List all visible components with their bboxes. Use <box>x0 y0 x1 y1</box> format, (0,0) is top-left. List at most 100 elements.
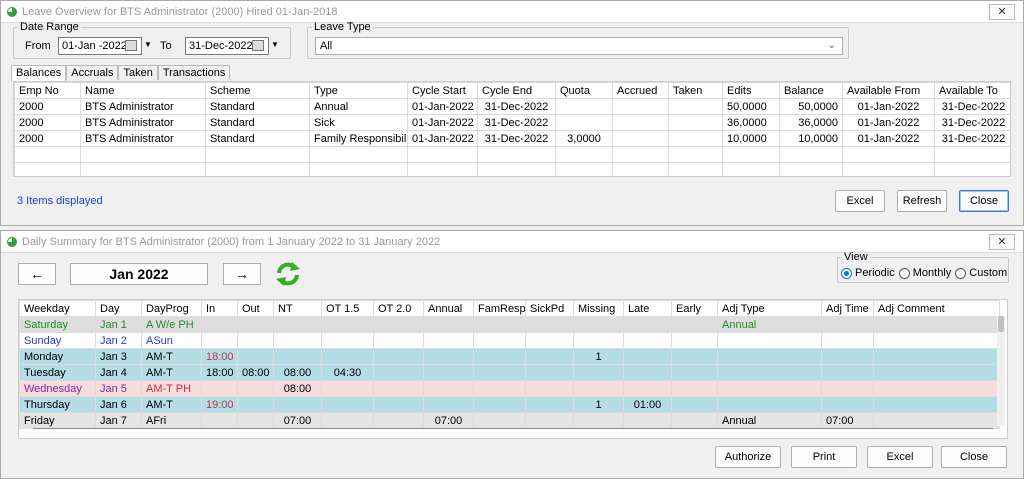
scrollbar-thumb[interactable] <box>998 316 1004 332</box>
date-range-legend: Date Range <box>20 21 79 33</box>
table-cell <box>623 316 672 333</box>
table-cell: 18:00 <box>201 364 238 381</box>
vertical-scrollbar[interactable] <box>997 316 1005 426</box>
radio-button-selected[interactable] <box>841 267 852 279</box>
table-cell <box>555 98 613 115</box>
table-cell: Annual <box>717 316 822 333</box>
table-cell: 04:30 <box>321 364 374 381</box>
radio-monthly[interactable]: Monthly <box>898 267 952 279</box>
table-row[interactable]: 2000 BTS Administrator Standard Sick 01-Jan-… <box>14 114 1010 131</box>
refresh-button[interactable]: Refresh <box>897 190 947 212</box>
table-cell <box>934 162 1010 176</box>
authorize-button[interactable]: Authorize <box>715 446 781 468</box>
column-header: Quota <box>555 82 613 99</box>
table-row[interactable]: Monday Jan 3 AM-T 18:00 1 <box>19 348 1000 365</box>
balances-grid-container: Emp No Name Scheme Type Cycle Start Cycle End… <box>13 81 1011 177</box>
previous-month-button[interactable]: ← <box>18 263 56 285</box>
table-cell: AM-T <box>141 364 202 381</box>
leave-window-titlebar[interactable]: Leave Overview for BTS Administrator (20… <box>1 1 1023 23</box>
balances-table: Emp No Name Scheme Type Cycle Start Cycle End… <box>14 82 1010 176</box>
calendar-icon[interactable] <box>252 40 264 51</box>
calendar-icon[interactable] <box>125 40 137 51</box>
radio-periodic[interactable]: Periodic <box>841 267 895 279</box>
table-row[interactable]: Sunday Jan 2 ASun <box>19 332 1000 349</box>
tab-taken[interactable]: Taken <box>118 65 158 80</box>
table-row[interactable]: Wednesday Jan 5 AM-T PH 08:00 <box>19 380 1000 397</box>
table-cell <box>573 412 624 429</box>
table-row[interactable]: Thursday Jan 6 AM-T 19:00 1 01:00 <box>19 396 1000 413</box>
table-cell <box>668 162 723 176</box>
table-cell: Wednesday <box>19 380 96 397</box>
table-row[interactable]: Friday Jan 7 AFri 07:00 07:00 Annual 07:00 <box>19 412 1000 429</box>
close-icon[interactable]: ✕ <box>989 233 1015 250</box>
column-header: Balance <box>779 82 843 99</box>
from-date-picker[interactable]: 01-Jan -2022 <box>58 37 142 55</box>
leave-type-value: All <box>320 40 333 52</box>
table-cell <box>671 316 718 333</box>
table-cell: Standard <box>205 98 310 115</box>
table-cell <box>779 162 843 176</box>
table-cell <box>671 412 718 429</box>
table-cell <box>423 348 474 365</box>
table-cell <box>273 396 322 413</box>
table-cell: 36,0000 <box>779 114 843 131</box>
daily-summary-table: Weekday Day DayProg In Out NT OT 1.5 OT 2.0 Annu… <box>19 300 1000 429</box>
table-cell: Standard <box>205 114 310 131</box>
excel-button[interactable]: Excel <box>835 190 885 212</box>
table-row[interactable]: Tuesday Jan 4 AM-T 18:00 08:00 08:00 04:30 <box>19 364 1000 381</box>
to-date-picker[interactable]: 31-Dec-2022 <box>185 37 269 55</box>
table-cell <box>525 396 574 413</box>
table-cell: Jan 6 <box>95 396 142 413</box>
view-legend: View <box>844 251 868 263</box>
table-cell <box>873 364 1000 381</box>
close-button[interactable]: Close <box>959 190 1009 212</box>
table-cell <box>873 316 1000 333</box>
tab-transactions[interactable]: Transactions <box>157 65 231 80</box>
dropdown-arrow-icon[interactable]: ▼ <box>271 40 279 49</box>
table-cell <box>873 380 1000 397</box>
table-cell <box>612 146 669 163</box>
table-cell <box>477 162 556 176</box>
to-label: To <box>160 40 172 52</box>
table-row[interactable]: 2000 BTS Administrator Standard Family Resp… <box>14 130 1010 147</box>
next-month-button[interactable]: → <box>223 263 261 285</box>
print-button[interactable]: Print <box>791 446 857 468</box>
excel-button[interactable]: Excel <box>867 446 933 468</box>
leave-type-select[interactable]: All ⌄ <box>315 37 843 55</box>
close-button[interactable]: Close <box>941 446 1007 468</box>
table-cell: 07:00 <box>423 412 474 429</box>
table-cell <box>273 332 322 349</box>
radio-custom[interactable]: Custom <box>955 267 1007 279</box>
tab-accruals[interactable]: Accruals <box>66 65 119 80</box>
tab-balances[interactable]: Balances <box>11 65 67 81</box>
table-cell <box>321 412 374 429</box>
close-icon[interactable]: ✕ <box>989 3 1015 20</box>
daily-window-titlebar[interactable]: Daily Summary for BTS Administrator (200… <box>1 231 1023 253</box>
table-cell <box>671 396 718 413</box>
table-cell: 10,0000 <box>779 130 843 147</box>
leave-window-title: Leave Overview for BTS Administrator (20… <box>22 5 338 18</box>
dropdown-arrow-icon[interactable]: ▼ <box>144 40 152 49</box>
column-header: DayProg <box>141 300 202 317</box>
table-cell <box>873 348 1000 365</box>
table-cell <box>473 316 526 333</box>
table-cell: 08:00 <box>273 380 322 397</box>
radio-button[interactable] <box>955 267 967 279</box>
column-header: Name <box>80 82 206 99</box>
table-row[interactable]: Saturday Jan 1A W/e PH Annual <box>19 316 1000 333</box>
column-header: Annual <box>423 300 474 317</box>
table-cell: 31-Dec-2022 <box>477 130 556 147</box>
table-cell <box>873 412 1000 429</box>
radio-button[interactable] <box>898 267 910 279</box>
refresh-icon[interactable] <box>273 259 303 289</box>
table-cell <box>237 380 274 397</box>
column-header: Late <box>623 300 672 317</box>
horizontal-scroll-divider <box>33 428 993 429</box>
table-cell: Jan 5 <box>95 380 142 397</box>
radio-monthly-label: Monthly <box>912 267 952 279</box>
table-cell: 31-Dec-2022 <box>934 114 1010 131</box>
column-header: Day <box>95 300 142 317</box>
table-cell: 1 <box>573 396 624 413</box>
table-cell <box>407 162 478 176</box>
table-row[interactable]: 2000 BTS Administrator Standard Annual 01-Ja… <box>14 98 1010 115</box>
